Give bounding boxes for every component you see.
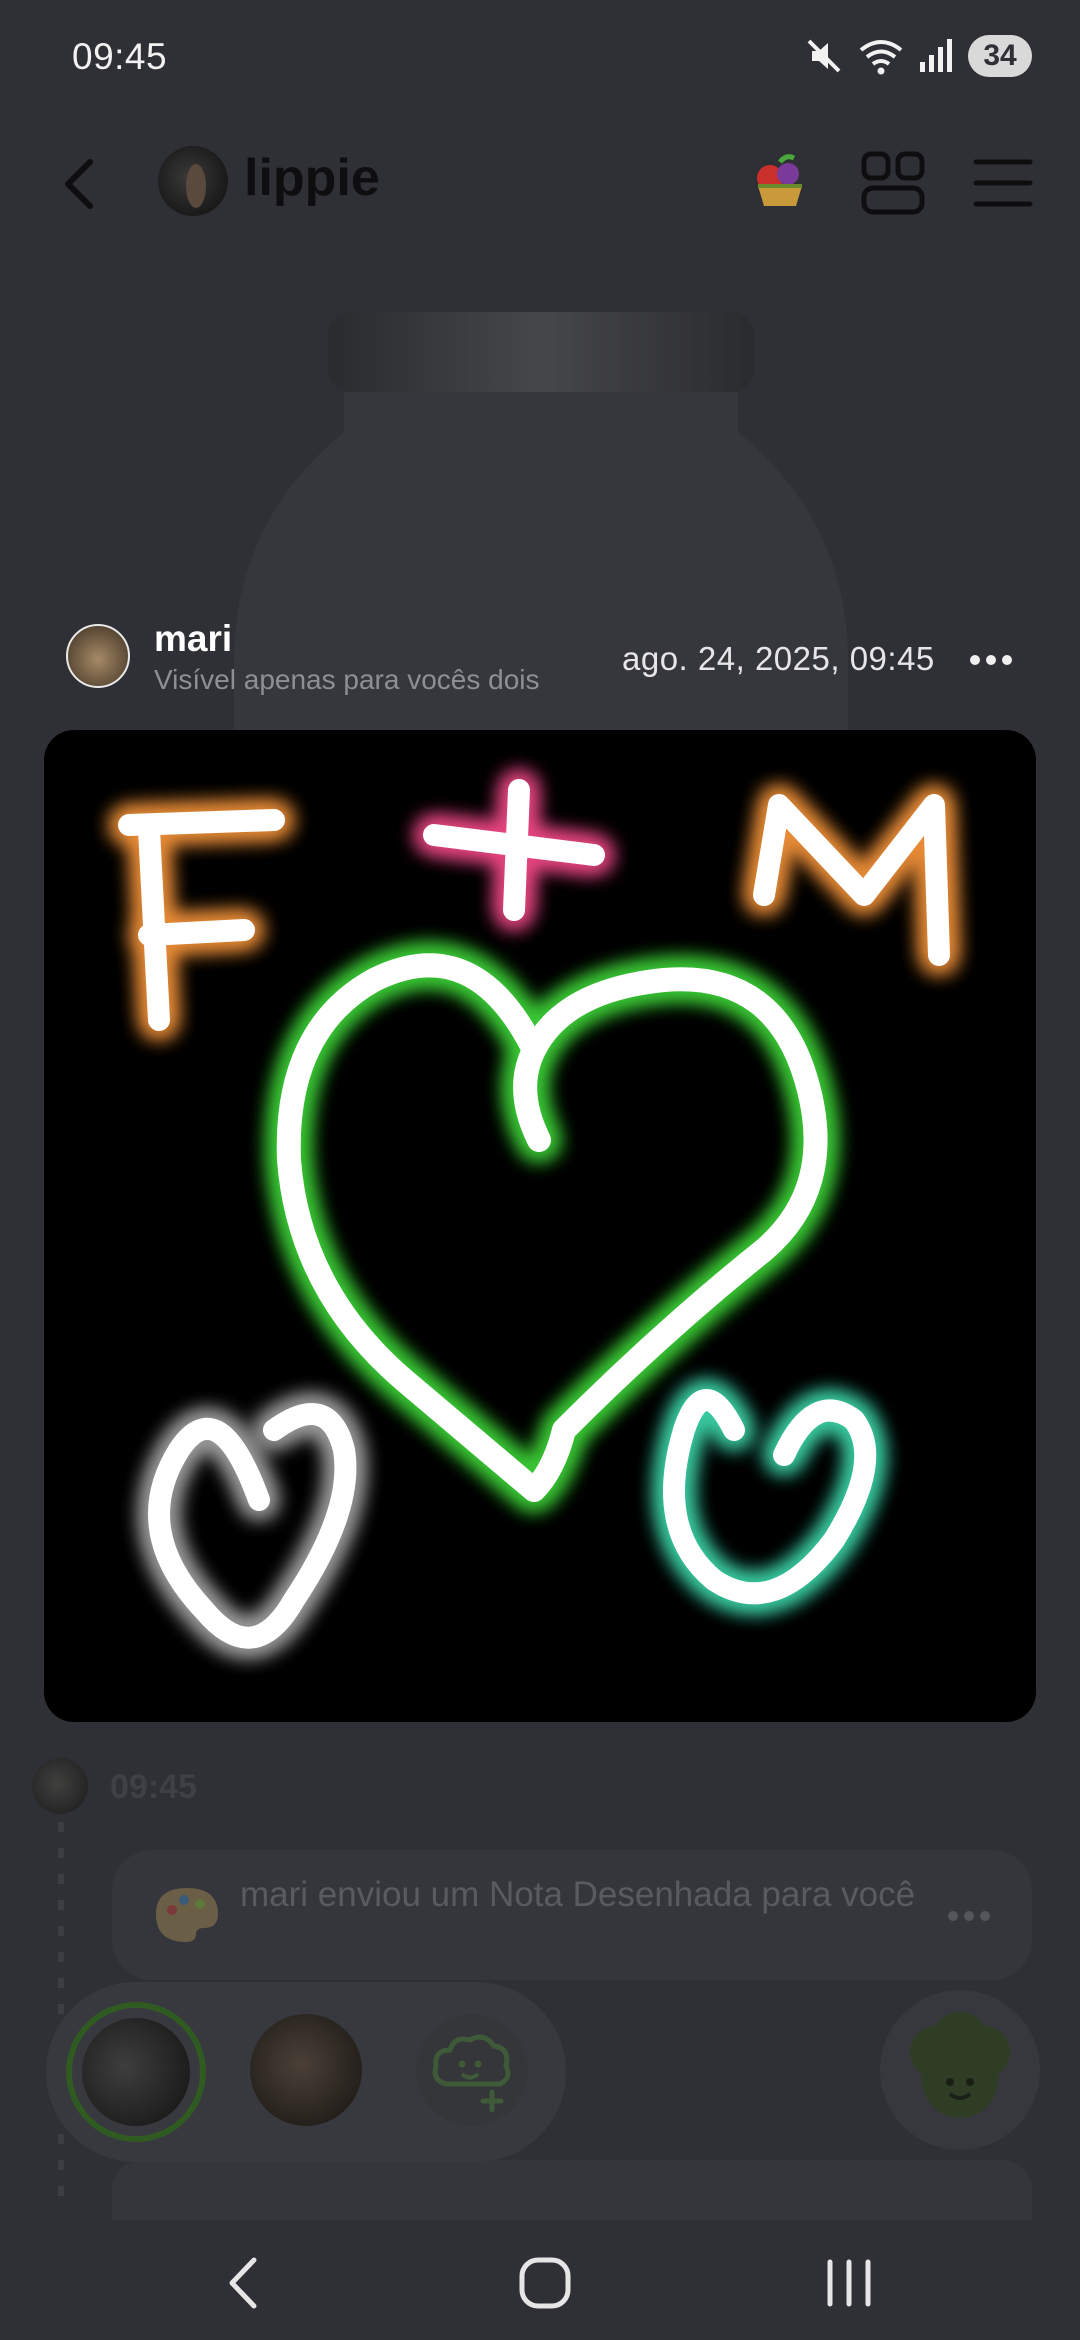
more-options-icon[interactable]: [968, 650, 1014, 670]
my-avatar-image: [82, 2018, 190, 2126]
timeline-dots: [58, 1822, 64, 2202]
plus-sign: [417, 773, 611, 927]
visibility-label: Visível apenas para vocês dois: [154, 664, 540, 695]
battery-level: 34: [983, 39, 1017, 72]
status-bar: 09:45 34: [0, 0, 1080, 112]
drawing-canvas[interactable]: [44, 730, 1036, 1722]
wifi-icon: [859, 40, 903, 75]
letter-m: [747, 788, 956, 972]
back-icon[interactable]: [50, 152, 110, 216]
chat-message-text: mari enviou um Nota Desenhada para você: [240, 1875, 916, 1914]
nav-home-icon[interactable]: [510, 2248, 580, 2318]
message-options-icon[interactable]: [946, 1906, 992, 1926]
mute-icon: [807, 39, 841, 73]
author-avatar[interactable]: [66, 624, 130, 688]
fruit-basket-icon[interactable]: [744, 148, 814, 218]
character-button[interactable]: [880, 1990, 1040, 2150]
chat-message-bubble[interactable]: mari enviou um Nota Desenhada para você: [112, 1850, 1032, 1980]
palette-icon: [156, 1888, 218, 1942]
system-navigation-bar: [0, 2210, 1080, 2340]
avatar[interactable]: [158, 146, 228, 216]
broccoli-character-icon: [910, 2012, 1010, 2118]
floating-action-bar: [46, 1982, 566, 2162]
friend-avatar-button[interactable]: [250, 2014, 362, 2126]
menu-icon[interactable]: [968, 148, 1038, 218]
nav-recents-icon[interactable]: [814, 2248, 884, 2318]
chat-row: 09:45: [32, 1758, 432, 1814]
grid-icon[interactable]: [858, 148, 928, 218]
battery-indicator: 34: [968, 35, 1032, 77]
note-header: mari Visível apenas para vocês dois ago.…: [0, 612, 1080, 712]
add-cloud-icon: [432, 2034, 511, 2113]
chat-header: lippie: [0, 130, 1080, 240]
small-heart-left: [142, 1397, 363, 1655]
signal-icon: [920, 39, 952, 72]
letter-f: [112, 803, 291, 1037]
status-icons: 34: [804, 34, 1032, 78]
add-reaction-button[interactable]: [416, 2014, 528, 2126]
conversation-title[interactable]: lippie: [244, 148, 380, 208]
author-name: mari: [154, 618, 233, 659]
my-avatar-button[interactable]: [66, 2002, 206, 2142]
note-date: ago. 24, 2025, 09:45: [622, 640, 935, 677]
nav-back-icon[interactable]: [210, 2248, 280, 2318]
drawing-svg: [112, 773, 956, 1655]
status-time: 09:45: [72, 36, 168, 77]
small-heart-right: [657, 1383, 883, 1611]
chat-avatar: [32, 1758, 88, 1814]
chat-time: 09:45: [110, 1768, 197, 1806]
